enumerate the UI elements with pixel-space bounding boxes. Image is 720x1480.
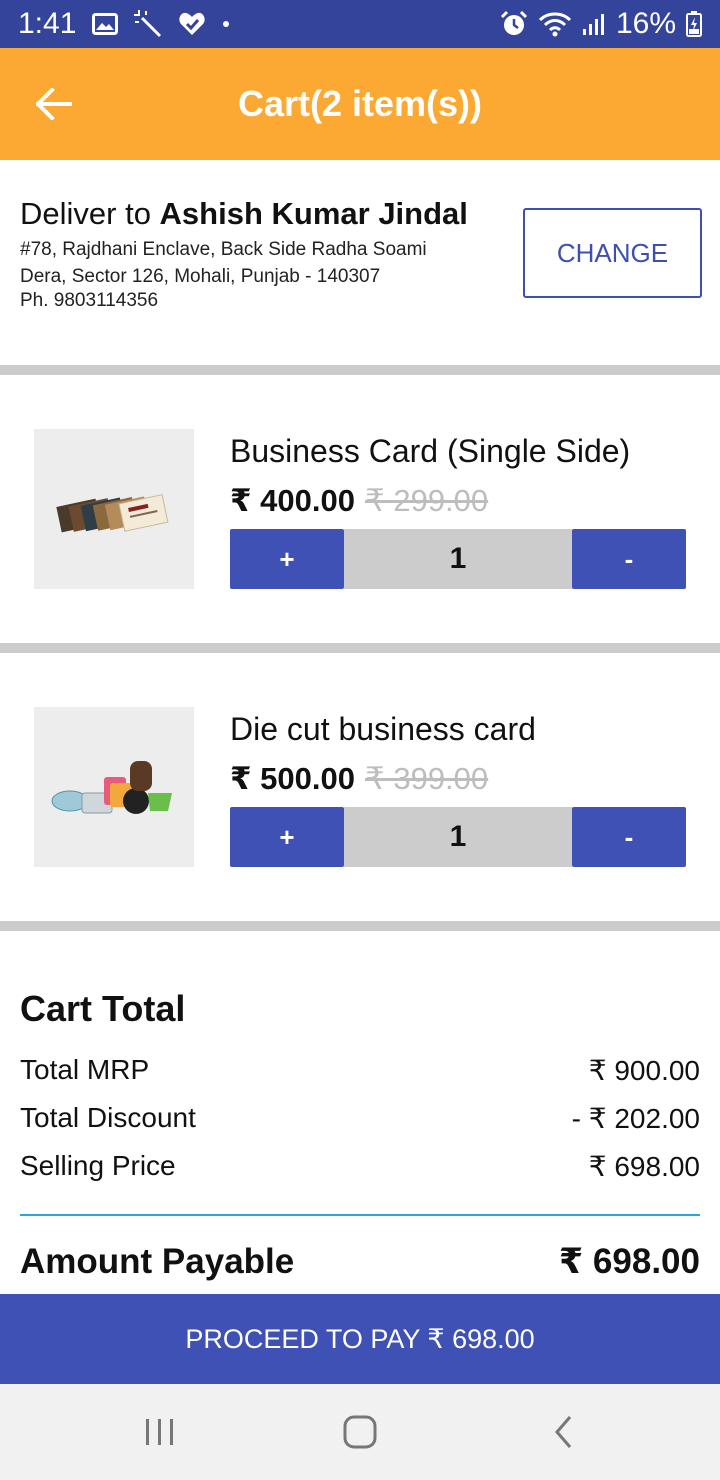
alarm-icon [500,10,528,38]
delivery-phone: Ph. 9803114356 [20,290,159,311]
address-line-2: Dera, Sector 126, Mohali, Punjab - 14030… [20,266,381,287]
cart-total-title: Cart Total [20,988,186,1029]
increase-quantity-button[interactable]: + [230,807,344,867]
price-row: ₹ 500.00 ₹ 399.00 [230,761,488,797]
page-title: Cart(2 item(s)) [237,83,483,124]
amount-payable-value: ₹ 698.00 [558,1242,700,1281]
total-value: - ₹ 202.00 [571,1103,700,1134]
back-button[interactable] [30,80,78,128]
status-bar: 1:41 16% [0,0,720,48]
battery-icon [686,11,702,37]
product-image [34,429,194,589]
proceed-to-pay-button[interactable]: PROCEED TO PAY ₹ 698.00 [0,1294,720,1384]
quantity-stepper: + 1 - [230,807,686,867]
business-cards-image [56,494,169,533]
status-time: 1:41 [18,7,77,40]
product-price: ₹ 500.00 [230,761,355,796]
deliver-to-line: Deliver to Ashish Kumar Jindal [20,196,468,232]
total-row: Total MRP ₹ 900.00 [20,1054,700,1087]
arrow-left-icon [36,88,72,120]
delivery-section: Deliver to Ashish Kumar Jindal #78, Rajd… [0,160,720,365]
back-icon [555,1416,572,1448]
total-row: Selling Price ₹ 698.00 [20,1150,700,1183]
die-cut-cards-image [51,761,172,814]
total-row: Total Discount - ₹ 202.00 [20,1102,700,1135]
recent-apps-icon [146,1419,173,1445]
total-label: Total Discount [20,1102,196,1133]
price-row: ₹ 400.00 ₹ 299.00 [230,483,488,519]
section-divider [0,365,720,375]
system-nav-bar [0,1384,720,1480]
total-label: Selling Price [20,1150,176,1181]
delivery-address: #78, Rajdhani Enclave, Back Side Radha S… [20,236,490,290]
product-name: Die cut business card [230,711,536,747]
cart-total-section: Cart Total Total MRP ₹ 900.00 Total Disc… [0,930,720,1294]
amount-payable-row: Amount Payable ₹ 698.00 [20,1242,700,1282]
home-button[interactable] [336,1410,384,1454]
product-old-price: ₹ 399.00 [365,761,489,796]
quantity-value: 1 [344,807,572,867]
amount-payable-label: Amount Payable [20,1242,295,1281]
product-name: Business Card (Single Side) [230,433,631,469]
cart-item: Business Card (Single Side) ₹ 400.00 ₹ 2… [0,375,720,643]
system-back-button[interactable] [540,1410,588,1454]
home-icon [343,1415,377,1449]
total-value: ₹ 900.00 [588,1055,700,1086]
wifi-icon [538,11,572,37]
increase-quantity-button[interactable]: + [230,529,344,589]
total-value: ₹ 698.00 [588,1151,700,1182]
signal-icon [582,12,606,36]
product-old-price: ₹ 299.00 [365,483,489,518]
recent-apps-button[interactable] [136,1410,184,1454]
magic-wand-icon [134,10,162,38]
totals-separator [20,1214,700,1216]
gallery-icon [92,13,119,35]
deliver-prefix: Deliver to [20,196,160,231]
product-image [34,707,194,867]
dot-icon [222,20,230,28]
address-line-1: #78, Rajdhani Enclave, Back Side Radha S… [20,239,427,260]
total-label: Total MRP [20,1054,150,1085]
cart-item: Die cut business card ₹ 500.00 ₹ 399.00 … [0,653,720,921]
app-bar: Cart(2 item(s)) [0,48,720,160]
quantity-value: 1 [344,529,572,589]
quantity-stepper: + 1 - [230,529,686,589]
change-address-button[interactable]: CHANGE [523,208,702,298]
product-price: ₹ 400.00 [230,483,355,518]
recipient-name: Ashish Kumar Jindal [159,196,468,231]
heart-check-icon [178,11,206,37]
decrease-quantity-button[interactable]: - [572,807,686,867]
decrease-quantity-button[interactable]: - [572,529,686,589]
section-divider [0,643,720,653]
battery-percent: 16% [615,7,676,40]
